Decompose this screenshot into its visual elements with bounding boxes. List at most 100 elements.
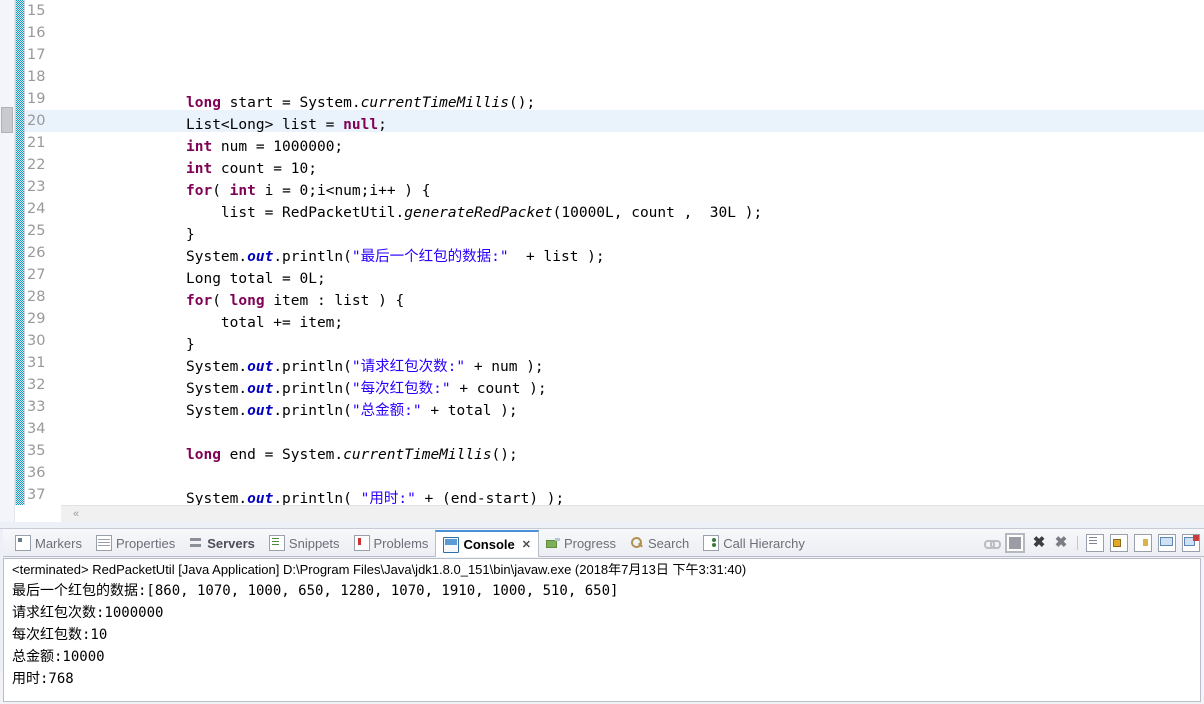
tab-servers[interactable]: Servers <box>182 529 262 557</box>
code-token: .println( <box>273 249 352 265</box>
code-line[interactable]: total += item; <box>60 312 1204 334</box>
code-token: currentTimeMillis <box>343 447 492 463</box>
code-token: .println( <box>273 491 361 505</box>
code-line[interactable]: list = RedPacketUtil.generateRedPacket(1… <box>60 202 1204 224</box>
call-hierarchy-icon <box>703 535 720 551</box>
scroll-left-arrow[interactable]: « <box>69 507 83 521</box>
scrollbar-thumb[interactable] <box>1 107 13 133</box>
console-output-panel[interactable]: <terminated> RedPacketUtil [Java Applica… <box>3 558 1201 702</box>
code-token: "每次红包数:" <box>351 381 451 397</box>
console-output-line: 请求红包次数:1000000 <box>12 605 164 621</box>
close-icon[interactable]: ✕ <box>522 538 531 551</box>
tab-markers[interactable]: Markers <box>8 529 89 557</box>
code-token: .println( <box>273 381 352 397</box>
code-token: System. <box>186 381 248 397</box>
editor-vertical-scrollbar[interactable] <box>0 0 15 528</box>
tab-properties[interactable]: Properties <box>89 529 182 557</box>
console-launch-header: <terminated> RedPacketUtil [Java Applica… <box>12 562 747 577</box>
code-line[interactable]: } <box>60 334 1204 356</box>
code-token: (); <box>491 447 518 463</box>
code-line[interactable]: System.out.println("请求红包次数:" + num ); <box>60 356 1204 378</box>
code-line[interactable]: for( int i = 0;i<num;i++ ) { <box>60 180 1204 202</box>
line-number: 22 <box>27 157 46 173</box>
tab-snippets[interactable]: Snippets <box>262 529 347 557</box>
tab-call-hierarchy[interactable]: Call Hierarchy <box>696 529 812 557</box>
code-token: int <box>186 139 213 155</box>
code-token: out <box>247 359 274 375</box>
console-output-text: 最后一个红包的数据:[860, 1070, 1000, 650, 1280, 1… <box>4 580 1200 690</box>
code-line[interactable]: int count = 10; <box>60 158 1204 180</box>
code-token: Long total = 0L; <box>186 271 326 287</box>
code-token: .println( <box>273 403 352 419</box>
code-token: (10000L, count , 30L ); <box>552 205 763 221</box>
line-number: 35 <box>27 443 46 459</box>
code-token: for <box>186 183 213 199</box>
code-token: System. <box>186 403 248 419</box>
code-line[interactable] <box>60 422 1204 444</box>
code-line[interactable]: } <box>60 224 1204 246</box>
code-token: ( <box>212 293 230 309</box>
editor-horizontal-scrollbar[interactable]: « <box>61 505 1204 522</box>
line-number: 33 <box>27 399 46 415</box>
display-selected-console-icon[interactable] <box>1158 534 1176 552</box>
code-line[interactable]: int num = 1000000; <box>60 136 1204 158</box>
code-line[interactable] <box>60 70 1204 92</box>
line-number: 20 <box>25 110 60 132</box>
line-number: 27 <box>27 267 46 283</box>
console-output-line: 每次红包数:10 <box>12 627 108 643</box>
link-with-debug-view-icon[interactable] <box>983 535 1001 551</box>
code-line[interactable] <box>60 466 1204 488</box>
properties-icon <box>95 535 112 551</box>
code-line[interactable]: System.out.println( "用时:" + (end-start) … <box>60 488 1204 505</box>
code-token: "总金额:" <box>351 403 422 419</box>
view-tab-bar: Markers Properties Servers Snippets Problems… <box>0 529 1204 557</box>
code-content[interactable]: long start = System.currentTimeMillis();… <box>60 0 1204 505</box>
code-token: start = System. <box>220 95 361 111</box>
terminate-icon[interactable] <box>1005 533 1025 553</box>
code-line[interactable]: System.out.println("总金额:" + total ); <box>60 400 1204 422</box>
code-line[interactable]: System.out.println("最后一个红包的数据:" + list )… <box>60 246 1204 268</box>
code-token: i = 0;i<num;i++ ) { <box>255 183 431 199</box>
folding-change-bar[interactable] <box>15 0 25 505</box>
line-number: 37 <box>27 487 46 503</box>
tab-problems[interactable]: Problems <box>347 529 436 557</box>
tab-label: Properties <box>115 535 176 551</box>
code-line[interactable]: Long total = 0L; <box>60 268 1204 290</box>
remove-all-terminated-icon[interactable]: ✖ <box>1053 535 1069 551</box>
line-number: 32 <box>27 377 46 393</box>
code-token: System. <box>186 359 248 375</box>
code-token: int <box>229 183 256 199</box>
progress-icon <box>545 536 560 550</box>
search-icon <box>630 536 644 550</box>
code-line[interactable]: List<Long> list = null; <box>60 114 1204 136</box>
code-token: .println( <box>273 359 352 375</box>
snippets-icon <box>268 535 285 551</box>
open-console-icon[interactable] <box>1182 534 1200 552</box>
code-line[interactable] <box>60 48 1204 70</box>
remove-launch-icon[interactable]: ✖ <box>1031 535 1047 551</box>
code-token: num = 1000000; <box>212 139 344 155</box>
code-token: } <box>186 337 195 353</box>
code-line[interactable]: long start = System.currentTimeMillis(); <box>60 92 1204 114</box>
servers-icon <box>189 536 203 550</box>
code-token: out <box>247 403 274 419</box>
tab-console[interactable]: Console ✕ <box>435 530 539 557</box>
code-token: System. <box>186 491 248 505</box>
console-output-line: 用时:768 <box>12 671 74 687</box>
line-number: 17 <box>27 47 46 63</box>
tab-progress[interactable]: Progress <box>539 529 623 557</box>
code-token: long <box>186 95 221 111</box>
clear-console-icon[interactable] <box>1086 534 1104 552</box>
code-line[interactable]: System.out.println("每次红包数:" + count ); <box>60 378 1204 400</box>
line-number: 19 <box>27 91 46 107</box>
code-line[interactable]: long end = System.currentTimeMillis(); <box>60 444 1204 466</box>
code-token: ( <box>212 183 230 199</box>
pin-console-icon[interactable] <box>1134 534 1152 552</box>
code-token: + num ); <box>465 359 544 375</box>
code-line[interactable]: for( long item : list ) { <box>60 290 1204 312</box>
tab-search[interactable]: Search <box>623 529 696 557</box>
scroll-lock-icon[interactable] <box>1110 534 1128 552</box>
code-token: end = System. <box>220 447 344 463</box>
code-token: int <box>186 161 213 177</box>
code-editor[interactable]: 15 16 17 18 19 20 21 22 23 24 25 26 27 28 29 30 31 32 33 34… <box>0 0 1204 528</box>
